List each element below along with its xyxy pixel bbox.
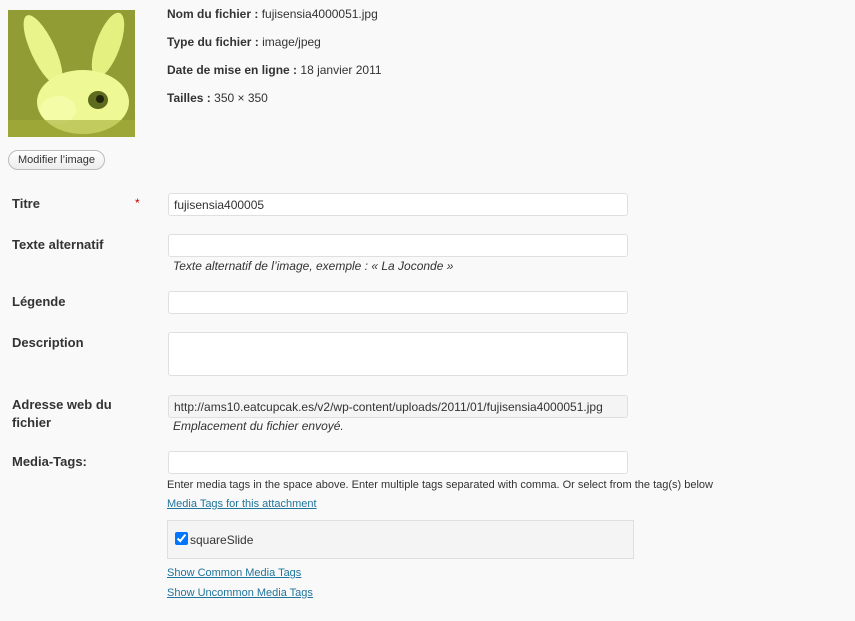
media-tags-instructions: Enter media tags in the space above. Ent… [167,479,713,491]
file-type-row: Type du fichier : image/jpeg [167,35,321,49]
alt-text-help: Texte alternatif de l’image, exemple : «… [173,259,454,273]
dimensions-label: Tailles : [167,91,211,105]
media-tags-input[interactable] [168,451,628,474]
media-tags-box: squareSlide [167,520,634,559]
media-tags-label: Media-Tags: [12,454,87,469]
title-label: Titre [12,196,40,211]
alt-text-label: Texte alternatif [12,237,104,252]
show-common-tags-link[interactable]: Show Common Media Tags [167,567,301,579]
file-type-label: Type du fichier : [167,35,259,49]
title-input[interactable] [168,193,628,216]
file-type-value: image/jpeg [262,35,321,49]
description-textarea[interactable] [168,332,628,376]
upload-date-value: 18 janvier 2011 [300,63,382,77]
dimensions-value: 350 × 350 [214,91,268,105]
file-url-label: Adresse web du fichier [12,397,112,430]
file-name-value: fujisensia4000051.jpg [261,7,378,21]
caption-label: Légende [12,294,66,309]
file-url-input[interactable] [168,395,628,418]
file-name-row: Nom du fichier : fujisensia4000051.jpg [167,7,378,21]
edit-image-button[interactable]: Modifier l’image [8,150,106,170]
show-uncommon-tags-link[interactable]: Show Uncommon Media Tags [167,587,313,599]
upload-date-row: Date de mise en ligne : 18 janvier 2011 [167,63,382,77]
tag-squareslide-checkbox[interactable] [175,532,188,545]
media-tags-attachment-link[interactable]: Media Tags for this attachment [167,498,317,510]
alt-text-input[interactable] [168,234,628,257]
required-marker: * [135,196,140,210]
tag-squareslide-label: squareSlide [190,533,254,547]
description-label: Description [12,335,84,350]
caption-input[interactable] [168,291,628,314]
upload-date-label: Date de mise en ligne : [167,63,298,77]
dimensions-row: Tailles : 350 × 350 [167,91,268,105]
file-name-label: Nom du fichier : [167,7,259,21]
image-thumbnail [8,10,135,137]
file-url-help: Emplacement du fichier envoyé. [173,419,344,433]
